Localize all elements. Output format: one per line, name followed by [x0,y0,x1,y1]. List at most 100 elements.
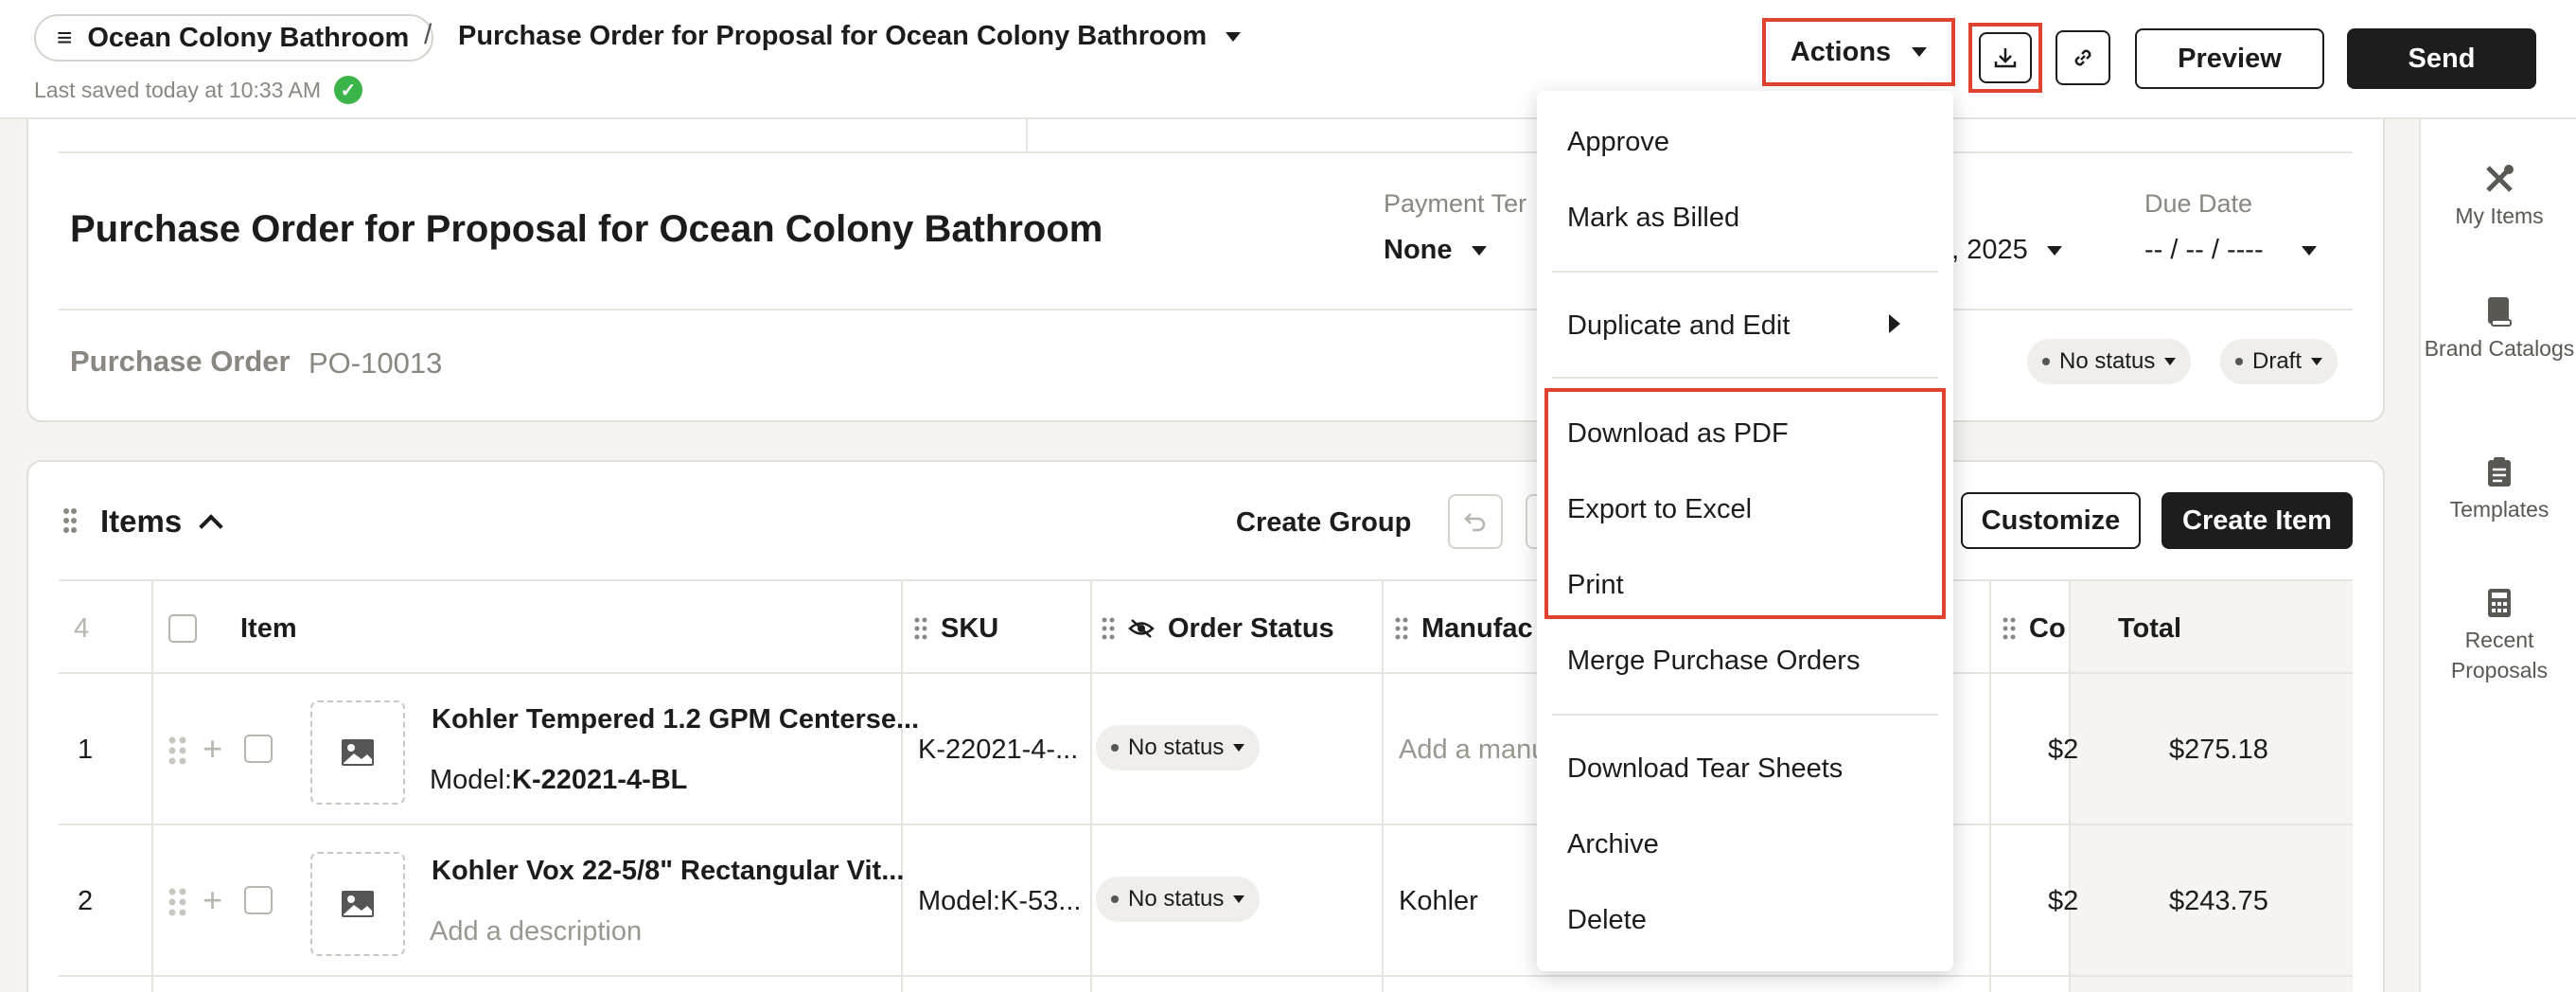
order-status-pill[interactable]: No status [1096,725,1261,771]
sidebar-item-my-items[interactable]: My Items [2421,163,2576,231]
item-sku[interactable]: Model:K-53... [918,886,1081,917]
document-title[interactable]: Purchase Order for Proposal for Ocean Co… [70,208,1103,251]
order-status-pill[interactable]: No status [1096,877,1261,922]
image-placeholder[interactable] [310,700,405,805]
sidebar-item-templates[interactable]: Templates [2421,456,2576,524]
menu-item-mark-as-billed[interactable]: Mark as Billed [1567,203,1739,234]
menu-item-merge-purchase-orders[interactable]: Merge Purchase Orders [1567,646,1860,677]
undo-icon [1464,513,1486,532]
item-total: $243.75 [2169,886,2268,916]
sidebar-item-label: My Items [2455,204,2544,228]
due-date-label: Due Date [2144,189,2253,218]
drag-handle-icon [914,617,927,640]
save-status-text: Last saved today at 10:33 AM [34,77,322,102]
item-manufacturer[interactable]: Kohler [1399,886,1478,917]
breadcrumb-project-button[interactable]: ≡ Ocean Colony Bathroom [34,14,434,62]
breadcrumb-separator: / [424,19,432,50]
right-sidebar: My Items Brand Catalogs Templates Recent… [2419,119,2576,992]
select-all-checkbox[interactable] [168,614,197,643]
due-date-select[interactable]: -- / -- / ---- [2144,235,2317,266]
payment-terms-select[interactable]: None [1384,235,1487,266]
sidebar-item-brand-catalogs[interactable]: Brand Catalogs [2421,295,2576,363]
calculator-icon [2488,589,2511,617]
column-header-total[interactable]: Total [2118,581,2181,676]
menu-item-download-tear-sheets[interactable]: Download Tear Sheets [1567,753,1843,785]
item-name[interactable]: Kohler Tempered 1.2 GPM Centerse... [432,704,919,735]
add-icon[interactable]: + [203,729,222,769]
chevron-right-icon [1889,314,1900,333]
status-dot-icon [2042,358,2050,365]
column-header-item[interactable]: Item [240,581,297,676]
sidebar-item-recent-proposals[interactable]: Recent Proposals [2421,587,2576,685]
actions-button[interactable]: Actions [1762,18,1955,86]
menu-item-download-as-pdf[interactable]: Download as PDF [1567,418,1789,450]
drag-handle-icon[interactable] [62,507,78,534]
menu-item-archive[interactable]: Archive [1567,829,1659,860]
menu-item-duplicate-and-edit[interactable]: Duplicate and Edit [1567,310,1790,342]
actions-menu: Approve Mark as Billed Duplicate and Edi… [1537,91,1953,971]
chevron-down-icon [2301,245,2317,256]
download-button[interactable] [1968,23,2042,93]
customize-button[interactable]: Customize [1961,492,2141,549]
create-item-button[interactable]: Create Item [2161,492,2353,549]
chevron-down-icon [1912,47,1928,57]
drag-handle-icon[interactable] [168,888,187,916]
status-pill[interactable]: No status [2027,339,2192,384]
clipboard-icon [2488,457,2511,487]
page: Purchase Order for Proposal for Ocean Co… [0,0,2576,992]
chevron-down-icon [1471,245,1487,256]
po-number[interactable]: PO-10013 [309,346,442,381]
item-name[interactable]: Kohler Vox 22-5/8" Rectangular Vit... [432,856,904,887]
payment-terms-value: None [1384,235,1453,265]
image-icon [342,739,374,766]
column-header-label: Co [2029,612,2066,644]
send-button[interactable]: Send [2347,28,2536,89]
add-icon[interactable]: + [203,880,222,920]
table-row[interactable]: 2 + Kohler Vox 22-5/8" Rectangular Vit..… [59,825,2353,977]
column-header-manufacturer[interactable]: Manufac [1395,581,1533,676]
item-sku[interactable]: K-22021-4-... [918,735,1078,766]
book-icon [2488,297,2512,327]
chevron-down-icon [2046,245,2062,256]
item-description[interactable]: Add a description [430,916,642,948]
date-select[interactable]: 0, 2025 [1936,235,2062,266]
chevron-down-icon [1226,31,1242,42]
menu-item-print[interactable]: Print [1567,570,1624,601]
item-count: 4 [74,612,90,644]
menu-item-approve[interactable]: Approve [1567,127,1669,158]
create-group-button[interactable]: Create Group [1236,507,1411,539]
tools-icon [2486,165,2514,192]
column-header-order-status[interactable]: Order Status [1102,581,1334,676]
undo-button[interactable] [1448,494,1503,549]
column-header-cost[interactable]: Co [2003,581,2066,676]
image-placeholder[interactable] [310,852,405,956]
eye-off-icon [1128,619,1155,638]
menu-item-delete[interactable]: Delete [1567,905,1647,936]
menu-item-export-to-excel[interactable]: Export to Excel [1567,494,1752,525]
preview-button[interactable]: Preview [2135,28,2324,89]
chevron-up-icon [199,514,223,539]
row-checkbox[interactable] [244,886,273,914]
copy-link-button[interactable] [2056,30,2110,85]
column-header-label: Order Status [1168,612,1334,644]
chevron-down-icon [1233,895,1245,903]
breadcrumb-document-label: Purchase Order for Proposal for Ocean Co… [458,21,1208,51]
breadcrumb-document-select[interactable]: Purchase Order for Proposal for Ocean Co… [458,21,1242,52]
row-checkbox[interactable] [244,735,273,763]
save-status: Last saved today at 10:33 AM ✓ [34,76,363,104]
select-all[interactable] [168,581,197,676]
row-index: 2 [78,886,94,916]
model-prefix: Model: [430,765,513,795]
drag-handle-icon[interactable] [168,736,187,765]
draft-pill[interactable]: Draft [2220,339,2338,384]
po-label: Purchase Order [70,345,291,378]
menu-divider [1552,714,1938,716]
column-header-sku[interactable]: SKU [914,581,998,676]
items-section-toggle[interactable]: Items [100,504,223,540]
drag-handle-icon [1102,617,1115,640]
check-circle-icon: ✓ [334,76,363,104]
table-row[interactable]: 1 + Kohler Tempered 1.2 GPM Centerse... … [59,674,2353,825]
table-header: 4 Item SKU Order Status Manufac Co Total [59,579,2353,674]
model-value: K-22021-4-BL [512,765,688,795]
manufacturer-input[interactable]: Add a manu [1399,735,1546,766]
